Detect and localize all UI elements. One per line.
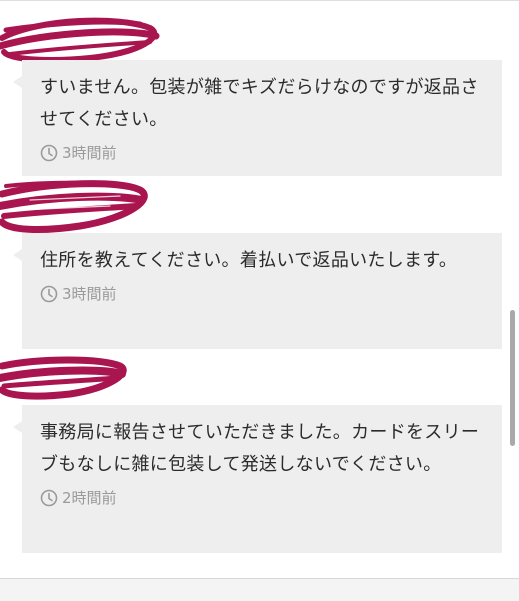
- redacted-username-2: [0, 180, 148, 233]
- clock-icon: [40, 144, 58, 161]
- redacted-username-1: [0, 17, 160, 63]
- message-meta: 3時間前: [40, 142, 484, 163]
- bottom-bar: [0, 578, 519, 601]
- message-text: 住所を教えてください。着払いで返品いたします。: [40, 250, 458, 271]
- message-bubble: すいません。包装が雑でキズだらけなのですが返品させてください。 3時間前: [13, 60, 502, 176]
- message-bubble: 事務局に報告させていただきました。カードをスリーブもなしに雑に包装して発送しない…: [13, 405, 502, 553]
- message-text: すいません。包装が雑でキズだらけなのですが返品させてください。: [40, 77, 479, 130]
- message-timestamp: 2時間前: [62, 489, 117, 507]
- redacted-username-3: [0, 356, 127, 400]
- message-meta: 2時間前: [40, 487, 484, 508]
- message-timestamp: 3時間前: [62, 285, 117, 303]
- message-timestamp: 3時間前: [62, 144, 117, 162]
- scrollbar-thumb[interactable]: [510, 310, 515, 446]
- clock-icon: [40, 489, 58, 506]
- top-divider: [0, 0, 519, 1]
- message-bubble: 住所を教えてください。着払いで返品いたします。 3時間前: [13, 233, 502, 349]
- clock-icon: [40, 285, 58, 302]
- message-meta: 3時間前: [40, 283, 484, 304]
- message-text: 事務局に報告させていただきました。カードをスリーブもなしに雑に包装して発送しない…: [40, 422, 480, 475]
